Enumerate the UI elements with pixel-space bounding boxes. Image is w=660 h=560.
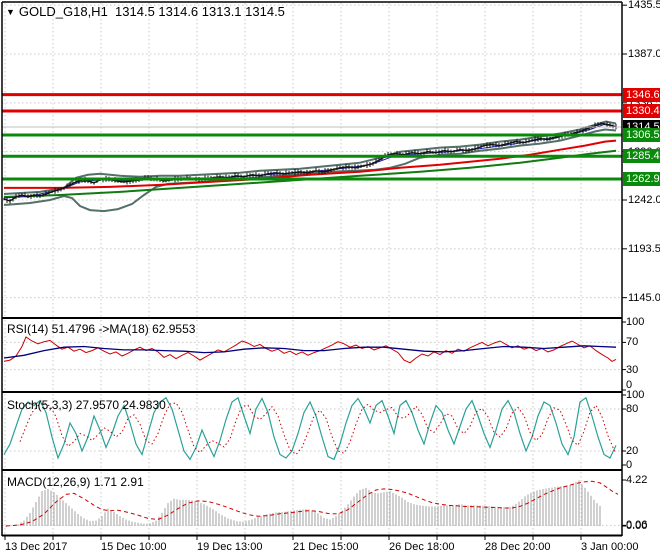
price-level-badge-1346.6: 1346.6 bbox=[623, 87, 660, 102]
price-level-badge-1330.4: 1330.4 bbox=[623, 103, 660, 118]
y-axis-label: 1242.0 bbox=[628, 194, 660, 206]
rsi-scale-label: 100 bbox=[626, 316, 645, 328]
price-level-badge-1262.9: 1262.9 bbox=[623, 171, 660, 186]
y-axis-label: 1145.0 bbox=[628, 291, 660, 304]
y-axis-label: 1387.0 bbox=[628, 47, 660, 60]
y-axis-label: 1435.5 bbox=[628, 0, 660, 12]
price-level-badge-1306.5: 1306.5 bbox=[623, 128, 660, 143]
y-axis-label: 1193.5 bbox=[628, 242, 660, 255]
stoch-indicator-label: Stoch(5,3,3) 27.9570 24.9830 bbox=[7, 398, 166, 412]
stoch-scale-label: 80 bbox=[626, 403, 639, 415]
macd-indicator-label: MACD(12,26,9) 1.71 2.91 bbox=[7, 475, 144, 489]
price-level-badge-1285.4: 1285.4 bbox=[623, 149, 660, 164]
stoch-scale-label: 100 bbox=[626, 389, 645, 401]
symbol-timeframe-label: GOLD_G18,H1 bbox=[18, 4, 108, 19]
time-axis-label: 28 Dec 20:00 bbox=[485, 541, 551, 553]
stoch-scale-label: 0 bbox=[626, 459, 633, 471]
time-axis-label: 21 Dec 15:00 bbox=[293, 541, 359, 553]
chart-title: ▼ GOLD_G18,H1 1314.5 1314.6 1313.1 1314.5 bbox=[6, 4, 285, 19]
time-axis-label: 26 Dec 18:00 bbox=[389, 541, 455, 553]
macd-scale-label: 0.00 bbox=[626, 520, 648, 532]
time-axis-label: 19 Dec 13:00 bbox=[197, 541, 263, 553]
trading-chart-window: ▼ GOLD_G18,H1 1314.5 1314.6 1313.1 1314.5… bbox=[0, 0, 660, 560]
rsi-scale-label: 30 bbox=[626, 363, 639, 376]
symbol-dropdown-icon[interactable]: ▼ bbox=[6, 7, 15, 17]
rsi-scale-label: 70 bbox=[626, 336, 639, 349]
rsi-indicator-label: RSI(14) 51.4796 ->MA(18) 62.9553 bbox=[7, 322, 196, 336]
time-axis-label: 15 Dec 10:00 bbox=[101, 541, 167, 553]
time-axis-label: 3 Jan 00:00 bbox=[581, 541, 639, 553]
ohlc-quotes: 1314.5 1314.6 1313.1 1314.5 bbox=[115, 4, 285, 19]
macd-scale-label: 4.22 bbox=[626, 474, 648, 486]
time-axis-label: 13 Dec 2017 bbox=[5, 541, 68, 553]
stoch-scale-label: 20 bbox=[626, 445, 639, 457]
